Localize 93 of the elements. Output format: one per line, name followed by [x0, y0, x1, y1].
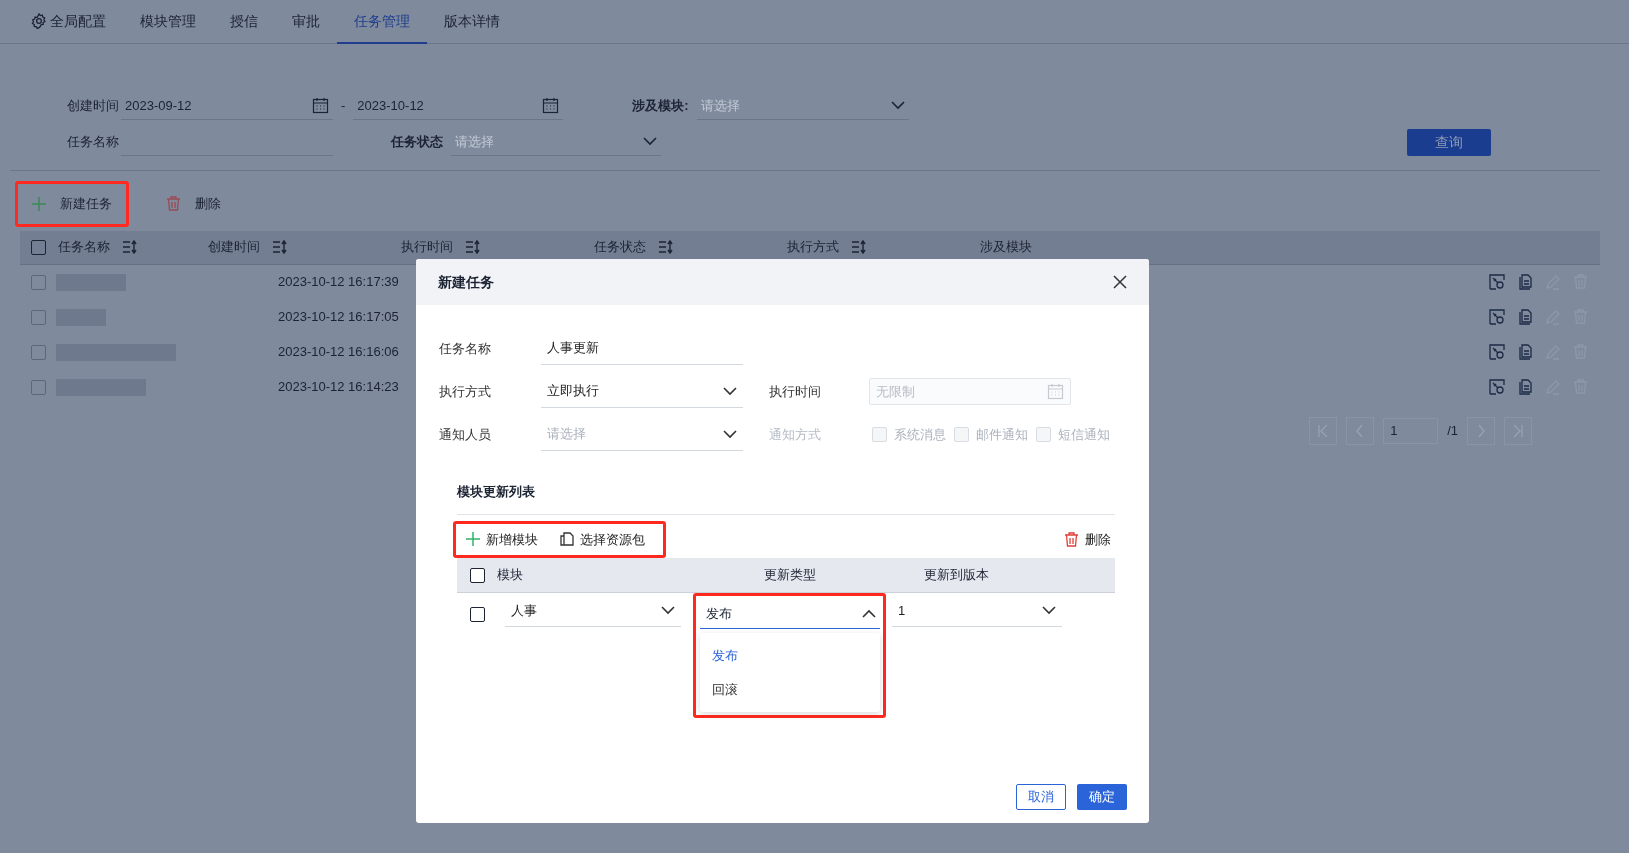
nav-tab[interactable]: 版本详情 [427, 0, 517, 44]
checkbox-label: 系统消息 [894, 425, 946, 444]
column-header: 涉及模块 [980, 238, 1032, 257]
key-icon[interactable] [1489, 344, 1505, 360]
document-icon[interactable] [1517, 344, 1533, 360]
nav-tab[interactable]: 任务管理 [337, 0, 427, 44]
field-label: 通知方式 [769, 425, 822, 444]
table-cell-text: 2023-10-12 16:17:05 [278, 308, 399, 327]
column-header: 更新到版本 [923, 566, 989, 585]
table-cell-text: 2023-10-12 16:17:39 [278, 273, 399, 292]
first-page-icon [1317, 423, 1330, 438]
nav-tab[interactable]: 全局配置 [14, 0, 123, 44]
field-label: 执行时间 [769, 382, 822, 401]
chevron-down-icon [723, 386, 737, 396]
nav-tab[interactable]: 授信 [213, 0, 275, 44]
row-checkbox[interactable] [31, 309, 46, 325]
chevron-down-icon [661, 606, 675, 615]
trash-icon [1064, 531, 1079, 547]
row-checkbox[interactable] [31, 274, 46, 290]
last-page-icon [1512, 423, 1524, 438]
select-all-checkbox[interactable] [470, 567, 485, 583]
column-header: 创建时间 [208, 238, 260, 257]
dialog-title: 新建任务 [438, 272, 494, 292]
checkbox-label: 邮件通知 [976, 425, 1028, 444]
sort-icon[interactable] [465, 240, 480, 254]
copy-icon [560, 532, 574, 547]
calendar-icon[interactable] [542, 97, 560, 114]
resource-pack-button[interactable]: 选择资源包 [556, 525, 649, 553]
chevron-down-icon [723, 429, 737, 439]
filter-label: 涉及模块: [632, 97, 689, 116]
select-field[interactable]: 请选择 [541, 418, 743, 451]
column-header: 更新类型 [763, 566, 817, 585]
page-total: /1 [1447, 421, 1458, 440]
document-icon[interactable] [1517, 274, 1533, 290]
gear-icon [31, 13, 47, 29]
nav-tab[interactable]: 审批 [275, 0, 337, 44]
delete-button[interactable]: 删除 [1060, 525, 1115, 553]
sort-icon[interactable] [122, 240, 137, 254]
column-header: 任务名称 [58, 238, 110, 257]
chevron-down-icon [643, 137, 657, 146]
calendar-icon[interactable] [312, 97, 329, 114]
column-header: 执行方式 [787, 238, 839, 257]
dropdown-option[interactable]: 回滚 [700, 672, 880, 706]
new-task-button[interactable]: 新建任务 [15, 181, 129, 227]
field-label: 通知人员 [439, 425, 492, 444]
sort-icon[interactable] [658, 240, 673, 254]
select-field[interactable]: 人事 [505, 595, 681, 627]
query-button[interactable]: 查询 [1407, 128, 1491, 156]
sort-icon[interactable] [851, 240, 866, 254]
key-icon[interactable] [1489, 379, 1505, 395]
trash-icon [166, 196, 181, 212]
column-header: 任务状态 [594, 238, 646, 257]
column-header: 执行时间 [401, 238, 453, 257]
calendar-icon [1047, 383, 1064, 400]
table-cell-text: 2023-10-12 16:14:23 [278, 378, 399, 397]
select-field[interactable]: 发布 [700, 599, 880, 629]
section-title: 模块更新列表 [457, 482, 1115, 515]
checkbox-label: 短信通知 [1058, 425, 1110, 444]
filter-label: 任务状态 [391, 133, 443, 152]
document-icon[interactable] [1517, 309, 1533, 325]
chevron-down-icon [890, 101, 905, 110]
key-icon[interactable] [1489, 309, 1505, 325]
page-input[interactable]: 1 [1383, 417, 1439, 444]
row-checkbox[interactable] [31, 344, 46, 360]
confirm-button[interactable]: 确定 [1077, 784, 1127, 810]
add-module-button[interactable]: 新增模块 [462, 525, 542, 553]
document-icon[interactable] [1517, 379, 1533, 395]
delete-button[interactable]: 删除 [149, 181, 238, 227]
row-checkbox[interactable] [31, 379, 46, 395]
nav-tab[interactable]: 模块管理 [123, 0, 213, 44]
chevron-down-icon [1042, 606, 1056, 615]
date-field[interactable]: 2023-09-12 [121, 92, 333, 120]
dropdown-option[interactable]: 发布 [700, 639, 880, 673]
field-label: 任务名称 [439, 339, 492, 358]
table-cell-text: 2023-10-12 16:16:06 [278, 343, 399, 362]
row-checkbox[interactable] [470, 607, 485, 622]
filter-label: 任务名称 [67, 133, 119, 152]
field-label: 执行方式 [439, 382, 492, 401]
column-header: 模块 [497, 566, 524, 585]
text-field[interactable]: 人事更新 [541, 332, 743, 365]
plus-icon [466, 532, 480, 547]
filter-label: 创建时间 [67, 97, 119, 116]
date-field[interactable]: 2023-10-12 [353, 92, 564, 120]
select-all-checkbox[interactable] [31, 239, 46, 255]
sort-icon[interactable] [272, 240, 287, 254]
date-separator: - [341, 97, 346, 116]
key-icon[interactable] [1489, 274, 1505, 290]
plus-icon [32, 196, 46, 211]
chevron-up-icon [862, 609, 876, 618]
select-field[interactable]: 1 [892, 595, 1062, 627]
cancel-button[interactable]: 取消 [1016, 784, 1066, 810]
select-field[interactable]: 立即执行 [541, 375, 743, 408]
close-icon[interactable] [1113, 275, 1127, 289]
